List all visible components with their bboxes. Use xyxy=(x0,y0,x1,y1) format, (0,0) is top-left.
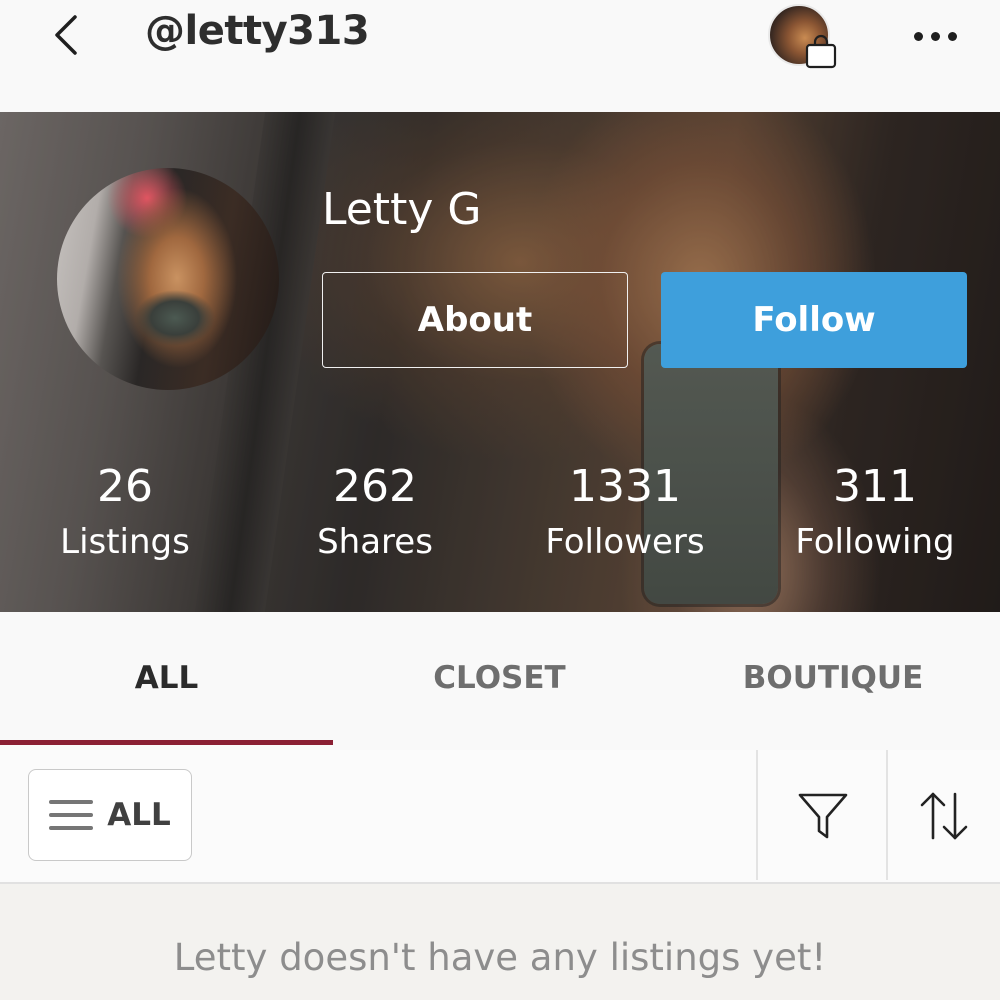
empty-state: Letty doesn't have any listings yet! xyxy=(0,884,1000,1000)
top-bar: @letty313 xyxy=(0,0,1000,112)
category-filter-label: ALL xyxy=(107,797,171,833)
sort-button[interactable] xyxy=(888,750,1000,882)
sort-arrows-icon xyxy=(920,792,968,840)
tab-boutique[interactable]: BOUTIQUE xyxy=(666,660,1000,708)
stat-value: 311 xyxy=(833,461,917,512)
stat-value: 1331 xyxy=(569,461,681,512)
more-horizontal-icon xyxy=(947,31,957,41)
stat-label: Shares xyxy=(317,522,433,562)
back-button[interactable] xyxy=(44,10,88,60)
stat-label: Listings xyxy=(60,522,190,562)
stat-followers[interactable]: 1331 Followers xyxy=(500,460,750,570)
chevron-left-icon xyxy=(55,15,77,55)
active-tab-indicator xyxy=(0,740,333,745)
divider xyxy=(756,750,758,880)
stat-following[interactable]: 311 Following xyxy=(750,460,1000,570)
more-horizontal-icon xyxy=(930,31,940,41)
follow-button[interactable]: Follow xyxy=(661,272,967,368)
stat-value: 26 xyxy=(97,461,153,512)
funnel-icon xyxy=(798,793,848,839)
shopping-bag-icon[interactable] xyxy=(804,34,838,70)
page-title: @letty313 xyxy=(145,8,370,54)
filter-button[interactable] xyxy=(760,750,886,882)
empty-state-message: Letty doesn't have any listings yet! xyxy=(173,936,827,979)
hamburger-icon xyxy=(49,800,94,830)
stat-listings[interactable]: 26 Listings xyxy=(0,460,250,570)
about-button[interactable]: About xyxy=(322,272,628,368)
tab-closet[interactable]: CLOSET xyxy=(333,660,666,708)
tab-bar: ALL CLOSET BOUTIQUE xyxy=(0,612,1000,750)
closet-page: @letty313 Letty G About Follow 26 Listin… xyxy=(0,0,1000,1000)
display-name: Letty G xyxy=(322,184,482,235)
profile-avatar[interactable] xyxy=(57,168,279,390)
stat-label: Followers xyxy=(545,522,705,562)
stat-label: Following xyxy=(795,522,955,562)
tab-all[interactable]: ALL xyxy=(0,660,333,708)
category-filter-button[interactable]: ALL xyxy=(28,769,192,861)
stat-shares[interactable]: 262 Shares xyxy=(250,460,500,570)
stat-value: 262 xyxy=(333,461,417,512)
more-options-button[interactable] xyxy=(900,18,970,54)
filter-bar: ALL xyxy=(0,750,1000,884)
more-horizontal-icon xyxy=(913,31,923,41)
